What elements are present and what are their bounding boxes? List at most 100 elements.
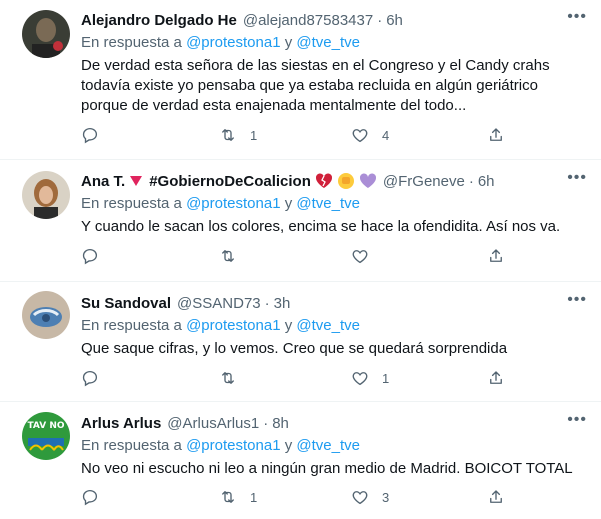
avatar[interactable] [22, 10, 70, 58]
tweet-text: De verdad esta señora de las siestas en … [81, 57, 550, 114]
reply-context: En respuesta a @protestona1 y @tve_tve [81, 195, 585, 215]
action-bar: 1 [0, 369, 601, 391]
reply-icon [82, 248, 98, 265]
retweet-icon [222, 250, 234, 262]
retweet-icon [222, 372, 234, 384]
reply-button[interactable] [81, 247, 112, 265]
avatar-image [22, 171, 70, 219]
heart-icon [352, 129, 368, 143]
purple-heart-icon [359, 173, 377, 189]
avatar-image: TAV NO [22, 412, 70, 460]
like-button[interactable] [351, 247, 382, 265]
tweet-text: Y cuando le sacan los colores, encima se… [81, 218, 561, 235]
reply-and: y [284, 437, 293, 454]
like-button[interactable]: 1 [351, 369, 389, 387]
heart-icon [352, 250, 368, 264]
separator-dot: · [263, 414, 269, 432]
display-name[interactable]: Ana T. [81, 173, 125, 190]
tweet-header: Arlus Arlus @ArlusArlus1 · 8h [81, 413, 585, 433]
tweet-text: No veo ni escucho ni leo a ningún gran m… [81, 460, 573, 477]
share-icon [490, 490, 502, 503]
user-handle[interactable]: @alejand87583437 [243, 12, 373, 29]
timestamp[interactable]: 6h [478, 173, 495, 190]
mention-link[interactable]: @tve_tve [296, 317, 360, 334]
mention-link[interactable]: @protestona1 [186, 437, 280, 454]
display-name[interactable]: Alejandro Delgado He [81, 12, 237, 29]
separator-dot: · [264, 294, 270, 312]
mention-link[interactable]: @tve_tve [296, 195, 360, 212]
user-handle[interactable]: @SSAND73 [177, 295, 261, 312]
reply-button[interactable] [81, 488, 112, 506]
more-options-icon[interactable]: ••• [567, 9, 587, 25]
avatar[interactable] [22, 171, 70, 219]
display-name[interactable]: Su Sandoval [81, 295, 171, 312]
avatar-text: TAV NO [27, 421, 64, 431]
retweet-button[interactable]: 1 [219, 126, 257, 144]
reply-icon [82, 370, 98, 387]
retweet-button[interactable] [219, 369, 250, 387]
reply-button[interactable] [81, 369, 112, 387]
like-count: 4 [382, 127, 390, 143]
reply-context: En respuesta a @protestona1 y @tve_tve [81, 437, 585, 457]
mention-link[interactable]: @tve_tve [296, 437, 360, 454]
reply-prefix: En respuesta a [81, 34, 182, 51]
tweet-header: Su Sandoval @SSAND73 · 3h [81, 293, 585, 313]
like-count: 1 [382, 370, 390, 386]
tweet-header: Ana T. #GobiernoDeCoalicion @FrGeneve · … [81, 171, 585, 191]
retweet-button[interactable]: 1 [219, 488, 257, 506]
retweet-count: 1 [250, 489, 258, 505]
share-button[interactable] [487, 247, 505, 265]
share-button[interactable] [487, 369, 505, 387]
reply-icon [82, 127, 98, 144]
timestamp[interactable]: 6h [386, 12, 403, 29]
retweet-button[interactable] [219, 247, 250, 265]
reply-prefix: En respuesta a [81, 195, 182, 212]
mention-link[interactable]: @protestona1 [186, 34, 280, 51]
reply-prefix: En respuesta a [81, 317, 182, 334]
share-icon [490, 249, 502, 262]
reply-and: y [284, 34, 293, 51]
action-bar: 1 4 [0, 126, 601, 148]
user-handle[interactable]: @FrGeneve [383, 173, 465, 190]
reply-context: En respuesta a @protestona1 y @tve_tve [81, 317, 585, 337]
tweet[interactable]: Su Sandoval @SSAND73 · 3h En respuesta a… [0, 283, 601, 402]
avatar-image [22, 10, 70, 58]
mention-link[interactable]: @tve_tve [296, 34, 360, 51]
like-count: 3 [382, 489, 390, 505]
more-options-icon[interactable]: ••• [567, 292, 587, 308]
like-button[interactable]: 4 [351, 126, 389, 144]
share-button[interactable] [487, 126, 505, 144]
tweet[interactable]: Ana T. #GobiernoDeCoalicion @FrGeneve · … [0, 161, 601, 282]
share-icon [490, 371, 502, 384]
avatar[interactable] [22, 291, 70, 339]
more-options-icon[interactable]: ••• [567, 412, 587, 428]
avatar-image [22, 291, 70, 339]
user-handle[interactable]: @ArlusArlus1 [167, 415, 259, 432]
heart-icon [352, 491, 368, 505]
display-name[interactable]: Arlus Arlus [81, 415, 161, 432]
mention-link[interactable]: @protestona1 [186, 317, 280, 334]
retweet-icon [222, 491, 234, 503]
heart-icon [352, 372, 368, 386]
timestamp[interactable]: 3h [274, 295, 291, 312]
tweet[interactable]: TAV NO Arlus Arlus @ArlusArlus1 · 8h En … [0, 403, 601, 519]
action-bar [0, 247, 601, 269]
retweet-count: 1 [250, 127, 258, 143]
tweet-header: Alejandro Delgado He @alejand87583437 · … [81, 10, 585, 30]
avatar[interactable]: TAV NO [22, 412, 70, 460]
reply-context: En respuesta a @protestona1 y @tve_tve [81, 34, 585, 54]
share-button[interactable] [487, 488, 505, 506]
hashtag-link[interactable]: #GobiernoDeCoalicion [149, 173, 311, 190]
mention-link[interactable]: @protestona1 [186, 195, 280, 212]
timestamp[interactable]: 8h [272, 415, 289, 432]
tweet-text: Que saque cifras, y lo vemos. Creo que s… [81, 340, 508, 357]
reply-button[interactable] [81, 126, 112, 144]
more-options-icon[interactable]: ••• [567, 170, 587, 186]
reply-and: y [284, 317, 293, 334]
reply-and: y [284, 195, 293, 212]
reply-icon [82, 489, 98, 506]
share-icon [490, 128, 502, 141]
retweet-icon [222, 129, 234, 141]
tweet[interactable]: Alejandro Delgado He @alejand87583437 · … [0, 0, 601, 160]
like-button[interactable]: 3 [351, 488, 389, 506]
